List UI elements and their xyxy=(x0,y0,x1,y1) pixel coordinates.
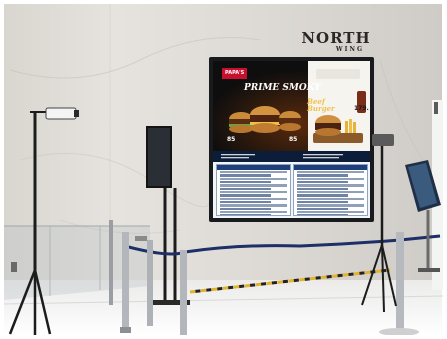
security-camera-tripod xyxy=(8,107,79,336)
kiosk-tablet-stand xyxy=(405,160,441,272)
photo-scene: NORTH WING PAPA'S PRIME SMOKY Beef Burge… xyxy=(0,0,447,339)
equipment xyxy=(8,107,441,336)
